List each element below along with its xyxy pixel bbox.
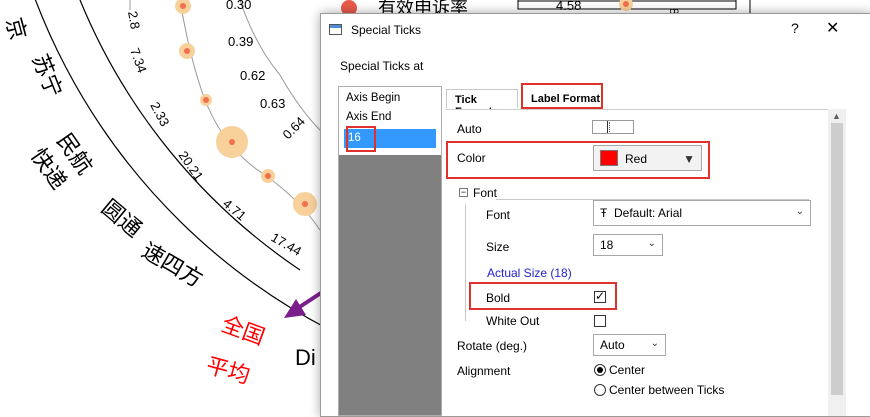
scroll-up-icon[interactable]: ▲	[832, 111, 841, 121]
bubble-dot	[265, 173, 271, 179]
bubble-dot	[203, 97, 209, 103]
value-label: 7.34	[127, 46, 150, 75]
bubble-dot	[229, 139, 235, 145]
close-button[interactable]: ✕	[826, 18, 839, 38]
font-combo[interactable]: Ŧ Default: Arial ⌄	[593, 200, 811, 226]
font-value: Default: Arial	[614, 206, 683, 220]
auto-label: Auto	[457, 122, 482, 136]
font-type-icon: Ŧ	[600, 206, 608, 220]
bubble-dot	[184, 48, 190, 54]
value-label: 17.44	[269, 230, 305, 259]
white-out-checkbox[interactable]	[594, 315, 606, 327]
value-label: 20.21	[176, 148, 207, 183]
value-label: 0.63	[260, 96, 285, 111]
annotation-arrowhead	[284, 299, 306, 318]
scroll-thumb[interactable]	[831, 123, 843, 395]
bubble-dot	[302, 201, 308, 207]
help-button[interactable]: ?	[791, 20, 799, 36]
value-label: 2.8	[125, 10, 143, 30]
alignment-label: Alignment	[457, 364, 511, 378]
ticks-list[interactable]: Axis Begin Axis End 16	[338, 86, 442, 416]
font-group-label: Font	[473, 186, 498, 200]
bold-label: Bold	[486, 291, 511, 305]
dialog-title: Special Ticks	[351, 23, 422, 37]
box-value: 4.58	[556, 0, 581, 13]
rotate-combo[interactable]: Auto ⌄	[593, 334, 666, 356]
size-label: Size	[486, 240, 510, 254]
window-icon	[329, 24, 342, 35]
bold-checkbox[interactable]	[594, 289, 606, 303]
chevron-down-icon: ⌄	[650, 338, 659, 349]
category-label: 京	[0, 15, 30, 43]
size-value: 18	[600, 238, 614, 252]
panel-scrollbar[interactable]: ▲	[828, 109, 846, 416]
value-label: 0.64	[280, 114, 309, 143]
alignment-center-radio[interactable]	[594, 364, 606, 376]
auto-toggle[interactable]	[592, 120, 634, 134]
category-label: 速四方	[137, 239, 207, 294]
value-label: 0.62	[240, 68, 265, 83]
chevron-down-icon: ⌄	[647, 238, 656, 249]
alignment-between-ticks-label: Center between Ticks	[609, 383, 725, 397]
alignment-between-ticks-radio[interactable]	[594, 384, 606, 396]
tab-label-format[interactable]: Label Format	[521, 83, 603, 109]
value-label: 4.71	[220, 196, 249, 224]
special-ticks-dialog: Special Ticks ? ✕ Special Ticks at Axis …	[320, 13, 870, 417]
size-combo[interactable]: 18 ⌄	[593, 234, 663, 256]
special-ticks-label: Special Ticks at	[340, 59, 424, 73]
category-label: 圆通	[96, 195, 146, 242]
tab-strip: Tick Format Label Format	[446, 81, 866, 118]
rotate-value: Auto	[600, 338, 625, 352]
color-swatch	[600, 150, 618, 166]
chevron-down-icon: ⌄	[795, 206, 804, 217]
list-item-axis-end[interactable]: Axis End	[346, 111, 391, 123]
list-item-axis-begin[interactable]: Axis Begin	[346, 92, 400, 104]
category-label-highlight: 平均	[203, 354, 252, 390]
category-label-highlight: 全国	[218, 312, 268, 351]
alignment-center-label: Center	[609, 363, 646, 377]
color-value: Red	[625, 152, 648, 166]
color-label: Color	[457, 151, 486, 165]
mid-arc	[79, 0, 301, 271]
bubble-dot	[180, 3, 186, 9]
color-combo[interactable]: Red ▼	[593, 145, 702, 171]
tab-tick-format[interactable]: Tick Format	[446, 89, 518, 118]
group-tree-line	[465, 204, 466, 321]
white-out-label: White Out	[486, 314, 540, 328]
value-label: 2.33	[147, 99, 172, 128]
title-bar: Special Ticks ? ✕	[321, 14, 870, 46]
font-label: Font	[486, 208, 511, 222]
annotation-box-16	[346, 126, 376, 152]
actual-size-link[interactable]: Actual Size (18)	[487, 266, 572, 280]
category-label: Di	[295, 345, 316, 370]
value-label: 0.30	[226, 0, 251, 12]
value-label: 0.39	[228, 34, 253, 49]
rotate-label: Rotate (deg.)	[457, 339, 528, 353]
category-label: 苏宁	[26, 51, 66, 101]
collapse-icon[interactable]: −	[459, 188, 468, 197]
chevron-down-icon: ▼	[683, 152, 695, 166]
